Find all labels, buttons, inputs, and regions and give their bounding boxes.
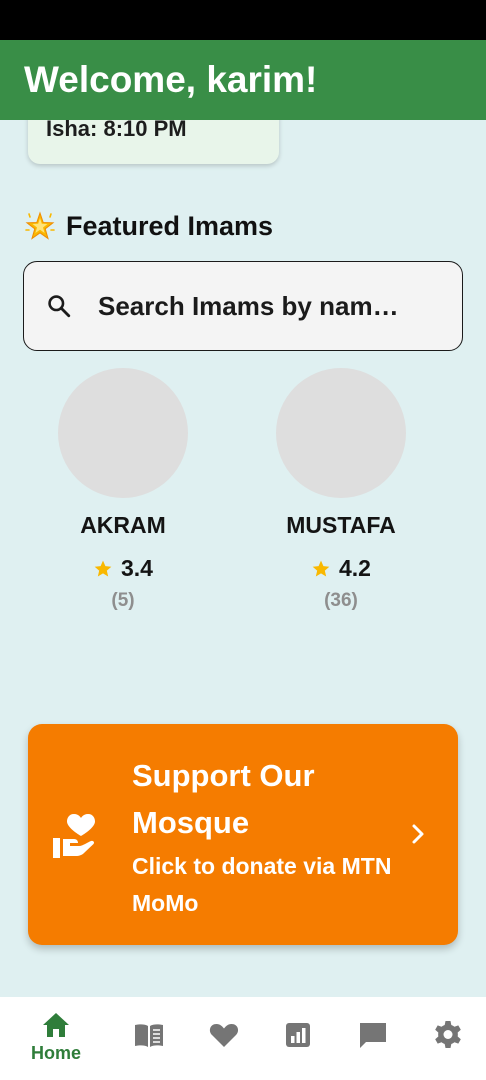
home-icon [43,1013,69,1037]
avatar [58,368,188,498]
review-count: (36) [324,590,358,611]
imam-rating: 4.2 [261,555,421,582]
imam-name: MUSTAFA [286,512,396,538]
search-icon [48,295,71,318]
glowing-star-icon [25,211,55,240]
chat-icon [360,1023,386,1048]
bottom-navigation: Home [0,997,486,1080]
chevron-right-icon [412,824,424,844]
imam-rating: 3.4 [43,555,203,582]
donate-subtitle: Click to donate via MTN MoMo [132,853,392,916]
settings-icon [435,1021,461,1048]
welcome-title: Welcome, karim! [24,59,318,100]
imam-search-input[interactable]: Search Imams by nam… [23,261,463,351]
nav-stats[interactable] [262,997,334,1080]
search-placeholder: Search Imams by nam… [98,290,399,321]
imam-card[interactable]: AKRAM 3.4 (5) [43,368,203,612]
nav-home-label: Home [30,1043,81,1063]
imam-name: AKRAM [80,512,166,538]
section-title: Featured Imams [66,210,274,241]
avatar [276,368,406,498]
chart-icon [286,1023,310,1047]
donate-title: Support Our Mosque [132,758,315,840]
star-icon [94,560,112,576]
nav-messages[interactable] [337,997,409,1080]
imam-card[interactable]: MUSTAFA 4.2 (36) [261,368,421,612]
nav-favorites[interactable] [188,997,260,1080]
book-icon [135,1024,163,1047]
rating-value: 3.4 [121,555,153,581]
rating-value: 4.2 [339,555,371,581]
hand-heart-icon [53,814,95,858]
featured-imams-header: Featured Imams [24,210,273,242]
status-bar [0,0,486,40]
donate-card[interactable]: Support Our Mosque Click to donate via M… [28,724,458,945]
review-count: (5) [111,590,135,611]
app-bar: Welcome, karim! [0,40,486,120]
nav-library[interactable] [113,997,185,1080]
heart-icon [209,1024,239,1047]
nav-home[interactable]: Home [20,997,92,1080]
nav-settings[interactable] [412,997,484,1080]
star-icon [312,560,330,576]
